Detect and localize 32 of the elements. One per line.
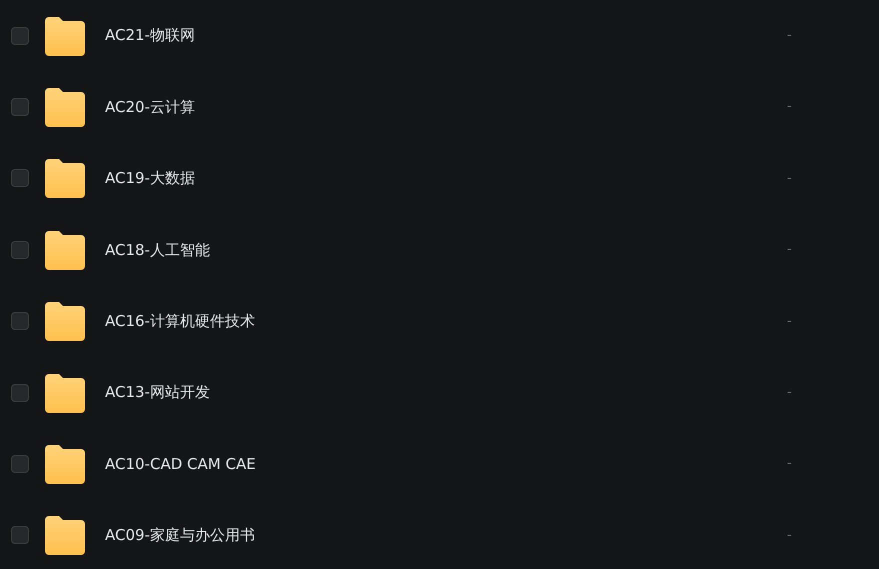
folder-name[interactable]: AC13-网站开发 [105,381,210,404]
folder-icon [45,87,85,128]
file-size: - [787,26,792,45]
checkbox[interactable] [11,169,29,188]
checkbox[interactable] [11,312,29,330]
folder-icon [45,16,85,56]
file-size: - [787,170,792,188]
checkbox[interactable] [11,526,29,544]
folder-icon [45,444,85,484]
checkbox[interactable] [11,455,29,474]
folder-name[interactable]: AC20-云计算 [105,96,195,118]
file-size: - [787,241,792,260]
folder-icon [45,515,85,556]
folder-name[interactable]: AC09-家庭与办公用书 [105,524,255,547]
folder-icon [45,158,85,198]
checkbox[interactable] [11,98,29,116]
file-size: - [787,455,792,474]
folder-icon [45,372,85,413]
checkbox[interactable] [11,26,29,45]
folder-name[interactable]: AC10-CAD CAM CAE [105,452,256,476]
file-size: - [787,312,792,330]
checkbox[interactable] [11,384,29,402]
folder-icon [45,301,85,342]
checkbox[interactable] [11,240,29,259]
folder-name[interactable]: AC18-人工智能 [105,238,210,262]
folder-name[interactable]: AC16-计算机硬件技术 [105,310,255,332]
folder-name[interactable]: AC21-物联网 [105,24,195,47]
file-size: - [787,98,792,116]
file-size: - [787,526,792,545]
folder-icon [45,230,85,270]
file-size: - [787,384,792,402]
folder-name[interactable]: AC19-大数据 [105,167,195,190]
